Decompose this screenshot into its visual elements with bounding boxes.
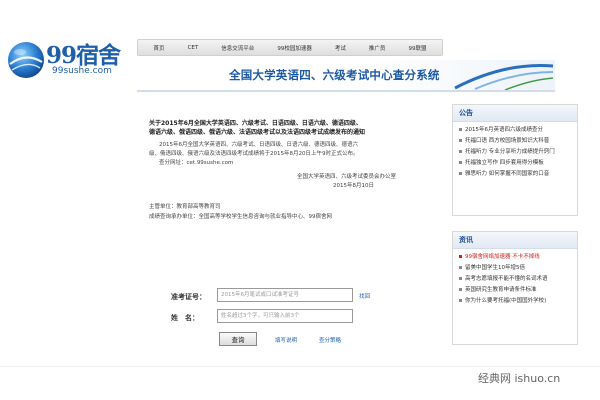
notice-item[interactable]: 雅思听力 如何掌握不同国家的口音: [459, 169, 577, 180]
logo-domain: 99sushe.com: [52, 66, 112, 76]
bullet-icon: [459, 277, 462, 280]
watermark-text: 经典网 ishuo.cn: [478, 372, 561, 385]
nav-exchange[interactable]: 信息交流平台: [221, 44, 254, 52]
top-nav: 首页 CET 信息交流平台 99校园加速器 考试 推广员 99联盟: [137, 39, 443, 56]
notice-date: 2015年8月10日: [333, 183, 374, 189]
query-strategy-link[interactable]: 查分策略: [319, 336, 341, 344]
news-item[interactable]: 高考志愿填报不能不懂的名词术语: [459, 274, 577, 285]
bullet-icon: [459, 288, 462, 291]
notice-headline-2: 德语六级、俄语四级、俄语六级、法语四级考试以及法语四级考试成绩发布的通知: [149, 129, 366, 136]
bullet-icon: [459, 266, 462, 269]
divider: [0, 366, 600, 367]
news-item[interactable]: 留美中国学生10年增5倍: [459, 263, 577, 274]
nav-home[interactable]: 首页: [154, 44, 165, 52]
notice-list: 2015年6月英语四六级成绩查分 托福口语 西方校园场景知识大科普 托福听力 专…: [453, 122, 577, 180]
ticket-recover-link[interactable]: 找回: [359, 292, 370, 300]
notice-item[interactable]: 托福口语 西方校园场景知识大科普: [459, 136, 577, 147]
globe-logo-icon: [8, 42, 44, 78]
news-item[interactable]: 你为什么要考托福(中国国外学校): [459, 296, 577, 307]
nav-cet[interactable]: CET: [188, 45, 199, 51]
bullet-icon: [459, 139, 462, 142]
name-input[interactable]: [217, 309, 353, 323]
notice-item[interactable]: 托福独立写作 四步套用得分模板: [459, 158, 577, 169]
bullet-icon: [459, 255, 462, 258]
supervisor-info: 主管单位：教育部高等教育司: [149, 204, 221, 210]
news-item-highlight[interactable]: 99宿舍网络加速器 不卡不掉线: [459, 252, 577, 263]
nav-accelerator[interactable]: 99校园加速器: [277, 44, 312, 52]
fill-instructions-link[interactable]: 填写说明: [275, 336, 297, 344]
site-logo[interactable]: 99宿舍 99sushe.com: [6, 36, 140, 84]
notice-body-2: 级、俄语四级、俄语六级及法语四级考试成绩将于2015年8月20日上午9时正式公布…: [149, 151, 359, 157]
name-label: 姓 名：: [171, 314, 199, 322]
nav-alliance[interactable]: 99联盟: [408, 44, 426, 52]
logo-title: 99宿舍: [46, 42, 121, 69]
news-item[interactable]: 英国研究生教育申请条件标准: [459, 285, 577, 296]
title-bar: 全国大学英语四、六级考试中心查分系统: [137, 60, 555, 92]
page-title: 全国大学英语四、六级考试中心查分系统: [229, 68, 440, 82]
news-list: 99宿舍网络加速器 不卡不掉线 留美中国学生10年增5倍 高考志愿填报不能不懂的…: [453, 249, 577, 307]
bullet-icon: [459, 161, 462, 164]
notice-headline-1: 关于2015年6月全国大学英语四、六级考试、日语四级、日语六级、德语四级、: [149, 120, 362, 127]
notice-item[interactable]: 托福听力 专业分享听力成绩提升窍门: [459, 147, 577, 158]
notice-box: 公告 2015年6月英语四六级成绩查分 托福口语 西方校园场景知识大科普 托福听…: [452, 104, 578, 216]
swoosh-decoration-icon: [454, 64, 554, 90]
news-box: 资讯 99宿舍网络加速器 不卡不掉线 留美中国学生10年增5倍 高考志愿填报不能…: [452, 231, 578, 345]
nav-exam[interactable]: 考试: [335, 44, 346, 52]
query-button[interactable]: 查询: [219, 332, 257, 346]
nav-promoter[interactable]: 推广员: [369, 44, 386, 52]
ticket-number-input[interactable]: [217, 288, 353, 302]
news-box-title: 资讯: [453, 232, 577, 249]
organizer-info: 成绩查询承办单位：全国高等学校学生信息咨询与就业指导中心、99宿舍网: [149, 214, 333, 220]
bullet-icon: [459, 128, 462, 131]
notice-item[interactable]: 2015年6月英语四六级成绩查分: [459, 125, 577, 136]
notice-url: 查分网址：cet.99sushe.com: [159, 160, 234, 166]
notice-box-title: 公告: [453, 105, 577, 122]
query-form: 准考证号： 找回 姓 名： 查询 填写说明 查分策略: [167, 282, 427, 354]
bullet-icon: [459, 172, 462, 175]
bullet-icon: [459, 299, 462, 302]
ticket-number-label: 准考证号：: [171, 293, 206, 301]
notice-issuer: 全国大学英语四、六级考试委员会办公室: [297, 174, 397, 180]
notice-body-1: 2015年6月全国大学英语四、六级考试、日语四级、日语六级、德语四级、德语六: [159, 142, 358, 148]
bullet-icon: [459, 150, 462, 153]
main-panel: 关于2015年6月全国大学英语四、六级考试、日语四级、日语六级、德语四级、 德语…: [137, 104, 444, 357]
